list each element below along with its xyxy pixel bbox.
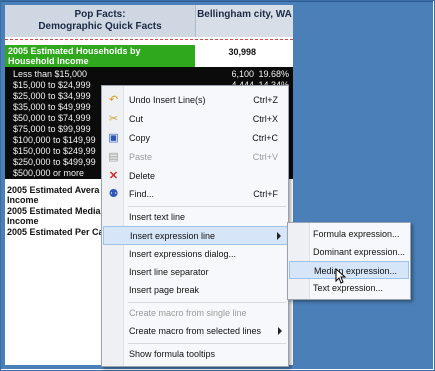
menu-item-label: Show formula tooltips bbox=[129, 349, 216, 359]
menu-item-insert-page-break[interactable]: Insert page break bbox=[103, 281, 288, 300]
menu-separator bbox=[128, 343, 286, 344]
menu-item-label: Delete bbox=[129, 171, 156, 181]
menu-item-copy[interactable]: ▣ Copy Ctrl+C bbox=[103, 129, 288, 148]
menu-item-shortcut: Ctrl+F bbox=[253, 189, 278, 199]
header-title-line1: Pop Facts: bbox=[74, 9, 126, 20]
expression-submenu: Formula expression... Dominant expressio… bbox=[287, 222, 411, 300]
row-label: Less than $15,000 bbox=[13, 69, 88, 79]
submenu-arrow-icon bbox=[278, 327, 282, 335]
menu-item-insert-line-separator[interactable]: Insert line separator bbox=[103, 263, 288, 282]
menu-item-paste[interactable]: ▤ Paste Ctrl+V bbox=[103, 148, 288, 167]
menu-item-cut[interactable]: ✂ Cut Ctrl+X bbox=[103, 110, 288, 129]
header-title-line2: Demographic Quick Facts bbox=[38, 21, 162, 32]
menu-item-create-macro-selected[interactable]: Create macro from selected lines bbox=[103, 322, 288, 341]
submenu-item-text-expression[interactable]: Text expression... bbox=[289, 279, 409, 297]
submenu-item-label: Text expression... bbox=[313, 283, 384, 293]
row-label: $25,000 to $34,999 bbox=[13, 91, 91, 101]
row-label: $500,000 or more bbox=[13, 168, 85, 178]
menu-item-label: Find... bbox=[129, 189, 155, 199]
submenu-item-label: Median expression... bbox=[314, 266, 398, 276]
menu-item-undo[interactable]: ↶ Undo Insert Line(s) Ctrl+Z bbox=[103, 91, 288, 110]
menu-item-label: Copy bbox=[129, 133, 151, 143]
menu-item-label: Undo Insert Line(s) bbox=[129, 95, 206, 105]
row-label: $35,000 to $49,999 bbox=[13, 102, 91, 112]
paste-icon: ▤ bbox=[108, 151, 119, 163]
submenu-item-dominant-expression[interactable]: Dominant expression... bbox=[289, 243, 409, 261]
submenu-item-label: Dominant expression... bbox=[313, 247, 406, 257]
menu-item-show-formula-tooltips[interactable]: Show formula tooltips bbox=[103, 345, 288, 364]
submenu-arrow-icon bbox=[277, 232, 281, 240]
row-label: $100,000 to $149,99 bbox=[13, 135, 96, 145]
menu-separator bbox=[128, 206, 286, 207]
row-label: $15,000 to $24,999 bbox=[13, 80, 91, 90]
households-label[interactable]: 2005 Estimated Households by Household I… bbox=[5, 45, 195, 67]
menu-separator bbox=[128, 302, 286, 303]
menu-item-label: Paste bbox=[129, 152, 153, 162]
submenu-item-median-expression[interactable]: Median expression... bbox=[289, 261, 409, 279]
row-count: 6,100 bbox=[231, 69, 254, 79]
menu-item-label: Insert expressions dialog... bbox=[129, 249, 237, 259]
submenu-item-label: Formula expression... bbox=[313, 229, 400, 239]
table-row[interactable]: Less than $15,000 6,100 19.68% bbox=[5, 69, 293, 80]
delete-icon: ✕ bbox=[108, 170, 119, 182]
menu-item-shortcut: Ctrl+V bbox=[252, 152, 278, 162]
row-label: $150,000 to $249,99 bbox=[13, 146, 96, 156]
menu-item-shortcut: Ctrl+X bbox=[252, 114, 278, 124]
row-label: $250,000 to $499,99 bbox=[13, 157, 96, 167]
menu-item-label: Insert line separator bbox=[129, 267, 209, 277]
submenu-item-formula-expression[interactable]: Formula expression... bbox=[289, 225, 409, 243]
header-location: Bellingham city, WA bbox=[195, 5, 293, 37]
row-label: $50,000 to $74,999 bbox=[13, 113, 91, 123]
menu-item-delete[interactable]: ✕ Delete bbox=[103, 167, 288, 186]
scissors-icon: ✂ bbox=[108, 113, 119, 125]
menu-item-create-macro-single[interactable]: Create macro from single line bbox=[103, 304, 288, 323]
households-label-line2: Household Income bbox=[8, 56, 89, 66]
menu-item-label: Create macro from selected lines bbox=[129, 326, 262, 336]
mouse-cursor-icon bbox=[335, 268, 347, 284]
undo-icon: ↶ bbox=[108, 94, 119, 106]
menu-item-shortcut: Ctrl+C bbox=[252, 133, 278, 143]
row-pct: 19.68% bbox=[258, 69, 289, 79]
menu-item-label: Insert expression line bbox=[130, 231, 216, 241]
menu-item-label: Insert page break bbox=[129, 285, 200, 295]
menu-item-insert-text-line[interactable]: Insert text line bbox=[103, 208, 288, 227]
binoculars-icon: ⚉ bbox=[108, 188, 119, 200]
header-title: Pop Facts: Demographic Quick Facts bbox=[5, 5, 195, 37]
menu-item-label: Create macro from single line bbox=[129, 308, 247, 318]
menu-item-find[interactable]: ⚉ Find... Ctrl+F bbox=[103, 185, 288, 204]
menu-item-insert-expressions-dialog[interactable]: Insert expressions dialog... bbox=[103, 245, 288, 264]
context-menu: ↶ Undo Insert Line(s) Ctrl+Z ✂ Cut Ctrl+… bbox=[101, 85, 289, 367]
menu-item-label: Insert text line bbox=[129, 212, 186, 222]
menu-item-insert-expression-line[interactable]: Insert expression line bbox=[103, 226, 288, 245]
copy-icon: ▣ bbox=[108, 132, 119, 144]
menu-item-shortcut: Ctrl+Z bbox=[253, 95, 278, 105]
row-label: $75,000 to $99,999 bbox=[13, 124, 91, 134]
dashed-divider bbox=[5, 39, 293, 40]
households-label-line1: 2005 Estimated Households by bbox=[8, 46, 141, 56]
households-total: 30,998 bbox=[228, 47, 256, 57]
menu-item-label: Cut bbox=[129, 114, 144, 124]
